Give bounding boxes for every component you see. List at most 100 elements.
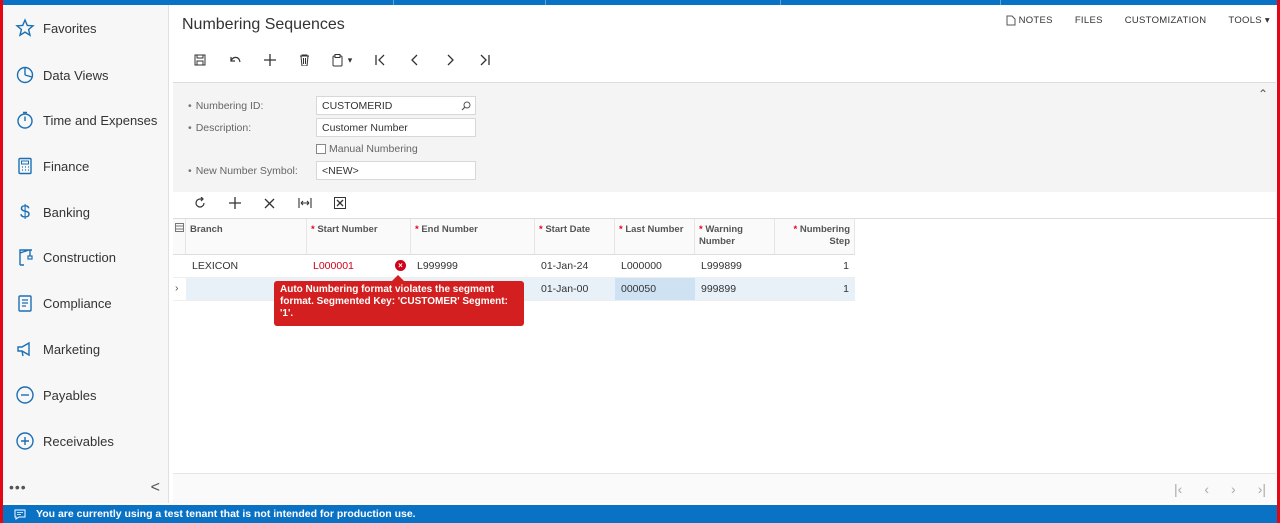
sidebar-item-label: Payables bbox=[43, 387, 97, 403]
column-header-branch[interactable]: Branch bbox=[186, 219, 307, 255]
sidebar-item-finance[interactable]: Finance bbox=[3, 148, 169, 184]
sidebar-item-banking[interactable]: $ Banking bbox=[3, 194, 169, 230]
megaphone-icon bbox=[14, 338, 36, 360]
cell-last-number[interactable]: L000000 bbox=[615, 255, 695, 278]
page-title: Numbering Sequences bbox=[182, 16, 345, 33]
pie-chart-icon bbox=[14, 64, 36, 86]
minus-circle-icon bbox=[14, 384, 36, 406]
cell-numbering-step[interactable]: 1 bbox=[775, 255, 855, 278]
note-icon bbox=[1006, 15, 1016, 26]
column-header-end-number[interactable]: * End Number bbox=[411, 219, 535, 255]
status-bar: You are currently using a test tenant th… bbox=[0, 505, 1280, 523]
search-icon bbox=[461, 101, 471, 111]
tools-menu[interactable]: TOOLS ▾ bbox=[1228, 15, 1270, 26]
message-icon bbox=[14, 509, 26, 520]
row-selector-header[interactable] bbox=[173, 219, 186, 255]
cell-branch[interactable]: LEXICON bbox=[186, 255, 307, 278]
sidebar-item-favorites[interactable]: Favorites bbox=[3, 10, 169, 46]
sidebar-item-label: Data Views bbox=[43, 67, 109, 83]
new-number-symbol-field[interactable]: <NEW> bbox=[316, 161, 476, 180]
excel-export-icon[interactable] bbox=[322, 193, 357, 213]
notes-link[interactable]: NOTES bbox=[1006, 15, 1053, 26]
first-page-icon[interactable]: |‹ bbox=[1174, 481, 1182, 497]
sidebar: Favorites Data Views Time and Expenses F… bbox=[3, 5, 169, 503]
row-selector[interactable] bbox=[173, 255, 186, 278]
column-header-warning-number[interactable]: * Warning Number bbox=[695, 219, 775, 255]
error-icon[interactable]: × bbox=[395, 260, 406, 271]
top-accent-bar bbox=[0, 0, 1280, 5]
manual-numbering-label: Manual Numbering bbox=[329, 143, 418, 155]
numbering-id-field[interactable]: CUSTOMERID bbox=[316, 96, 476, 115]
row-pointer-icon[interactable]: › bbox=[173, 278, 186, 301]
manual-numbering-checkbox[interactable]: Manual Numbering bbox=[316, 143, 418, 155]
sidebar-item-payables[interactable]: Payables bbox=[3, 377, 169, 413]
fit-columns-icon[interactable] bbox=[287, 193, 322, 213]
main-toolbar: ▾ bbox=[182, 50, 502, 70]
collapse-sidebar-icon[interactable]: < bbox=[151, 479, 160, 497]
sidebar-item-label: Favorites bbox=[43, 20, 97, 36]
caret-down-icon: ▾ bbox=[1264, 15, 1270, 26]
clipboard-icon[interactable]: ▾ bbox=[322, 50, 362, 70]
calculator-icon bbox=[14, 155, 36, 177]
cell-start-date[interactable]: 01-Jan-24 bbox=[535, 255, 615, 278]
new-number-symbol-label: • New Number Symbol: bbox=[188, 165, 298, 177]
last-page-icon[interactable]: ›| bbox=[1258, 481, 1266, 497]
cell-end-number[interactable]: L999999 bbox=[411, 255, 535, 278]
column-header-start-date[interactable]: * Start Date bbox=[535, 219, 615, 255]
refresh-icon[interactable] bbox=[182, 193, 217, 213]
stopwatch-icon bbox=[14, 109, 36, 131]
numbering-id-label: • Numbering ID: bbox=[188, 100, 264, 112]
sidebar-item-label: Marketing bbox=[43, 341, 101, 357]
sidebar-item-time-and-expenses[interactable]: Time and Expenses bbox=[3, 102, 169, 138]
pager: |‹ ‹ › ›| bbox=[1174, 481, 1266, 497]
sidebar-item-label: Compliance bbox=[43, 295, 112, 311]
cell-start-date[interactable]: 01-Jan-00 bbox=[535, 278, 615, 301]
tools-label: TOOLS bbox=[1228, 15, 1262, 26]
dollar-icon: $ bbox=[19, 201, 30, 222]
grid-settings-icon bbox=[175, 223, 184, 232]
last-record-icon[interactable] bbox=[467, 50, 502, 70]
description-field[interactable]: Customer Number bbox=[316, 118, 476, 137]
status-message: You are currently using a test tenant th… bbox=[36, 508, 416, 520]
undo-icon[interactable] bbox=[217, 50, 252, 70]
grid-toolbar bbox=[182, 193, 357, 213]
delete-icon[interactable] bbox=[287, 50, 322, 70]
add-icon[interactable] bbox=[252, 50, 287, 70]
previous-page-icon[interactable]: ‹ bbox=[1204, 481, 1209, 497]
sidebar-item-label: Finance bbox=[43, 158, 90, 174]
previous-record-icon[interactable] bbox=[397, 50, 432, 70]
next-record-icon[interactable] bbox=[432, 50, 467, 70]
first-record-icon[interactable] bbox=[362, 50, 397, 70]
files-link[interactable]: FILES bbox=[1075, 15, 1103, 26]
column-header-numbering-step[interactable]: * Numbering Step bbox=[775, 219, 855, 255]
column-header-last-number[interactable]: * Last Number bbox=[615, 219, 695, 255]
save-icon[interactable] bbox=[182, 50, 217, 70]
sidebar-item-compliance[interactable]: Compliance bbox=[3, 285, 169, 321]
grid-footer bbox=[173, 473, 1276, 503]
top-links: NOTES FILES CUSTOMIZATION TOOLS ▾ bbox=[1006, 15, 1270, 26]
cell-warning-number[interactable]: L999899 bbox=[695, 255, 775, 278]
checkbox-box[interactable] bbox=[316, 144, 326, 154]
next-page-icon[interactable]: › bbox=[1231, 481, 1236, 497]
sidebar-item-label: Receivables bbox=[43, 433, 114, 449]
cell-warning-number[interactable]: 999899 bbox=[695, 278, 775, 301]
sidebar-item-label: Construction bbox=[43, 249, 116, 265]
add-row-icon[interactable] bbox=[217, 193, 252, 213]
grid: Branch * Start Number * End Number * Sta… bbox=[173, 218, 1276, 503]
sidebar-item-marketing[interactable]: Marketing bbox=[3, 331, 169, 367]
delete-row-icon[interactable] bbox=[252, 193, 287, 213]
column-header-start-number[interactable]: * Start Number bbox=[307, 219, 411, 255]
cell-last-number[interactable]: 000050 bbox=[615, 278, 695, 301]
sidebar-item-data-views[interactable]: Data Views bbox=[3, 57, 169, 93]
plus-circle-icon bbox=[14, 430, 36, 452]
star-icon bbox=[14, 17, 36, 39]
sidebar-item-construction[interactable]: Construction bbox=[3, 239, 169, 275]
sidebar-item-receivables[interactable]: Receivables bbox=[3, 423, 169, 459]
collapse-form-icon[interactable]: ⌃ bbox=[1258, 87, 1268, 101]
customization-link[interactable]: CUSTOMIZATION bbox=[1125, 15, 1207, 26]
more-menu-icon[interactable]: ••• bbox=[9, 479, 27, 495]
crane-icon bbox=[14, 246, 36, 268]
sidebar-item-label: Time and Expenses bbox=[43, 112, 158, 128]
cell-numbering-step[interactable]: 1 bbox=[775, 278, 855, 301]
notes-label: NOTES bbox=[1018, 15, 1053, 26]
